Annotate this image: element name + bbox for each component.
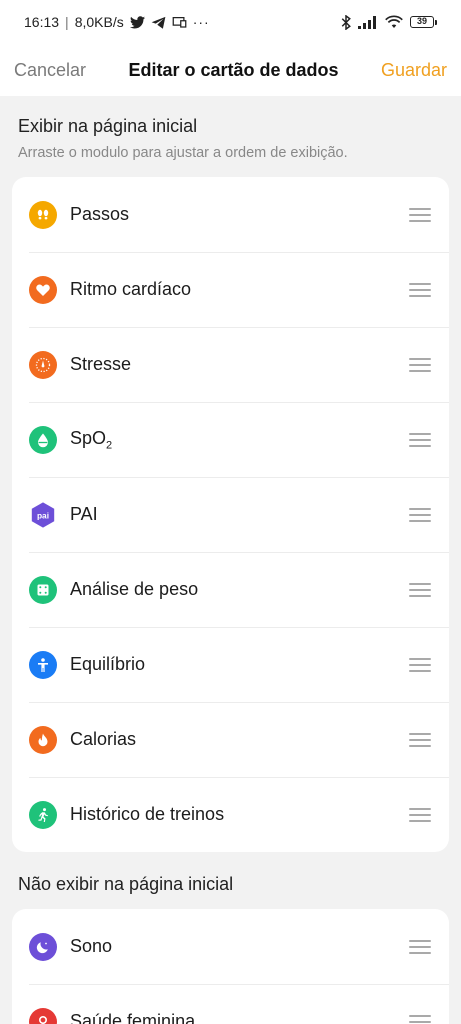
battery-icon: 39 bbox=[410, 16, 437, 28]
drag-handle-icon[interactable] bbox=[409, 939, 431, 954]
bluetooth-icon bbox=[341, 14, 351, 30]
gauge-icon bbox=[29, 350, 57, 379]
drag-handle-icon[interactable] bbox=[409, 582, 431, 597]
pai-icon: pai bbox=[29, 501, 57, 529]
drag-handle-icon[interactable] bbox=[409, 432, 431, 447]
list-item-stresse[interactable]: Stresse bbox=[12, 327, 449, 402]
list-item-pai[interactable]: pai PAI bbox=[12, 477, 449, 552]
drag-handle-icon[interactable] bbox=[409, 282, 431, 297]
drag-handle-icon[interactable] bbox=[409, 207, 431, 222]
drag-handle-icon[interactable] bbox=[409, 807, 431, 822]
list-item-equilibrio[interactable]: Equilíbrio bbox=[12, 627, 449, 702]
list-item-label: PAI bbox=[70, 504, 98, 524]
save-button[interactable]: Guardar bbox=[381, 60, 447, 81]
list-item-label: Calorias bbox=[70, 729, 137, 749]
signal-icon bbox=[358, 15, 378, 29]
person-icon bbox=[29, 650, 57, 679]
network-speed: 8,0KB/s bbox=[74, 14, 124, 30]
drag-handle-icon[interactable] bbox=[409, 1014, 431, 1024]
status-bar: 16:13 | 8,0KB/s ··· 39 bbox=[0, 0, 461, 44]
cancel-button[interactable]: Cancelar bbox=[14, 60, 86, 81]
status-time: 16:13 bbox=[24, 14, 60, 30]
drag-handle-icon[interactable] bbox=[409, 732, 431, 747]
hidden-cards-list: Sono Saúde feminina bbox=[12, 909, 449, 1024]
page-title: Editar o cartão de dados bbox=[128, 59, 339, 80]
list-item-label: Análise de peso bbox=[70, 579, 199, 599]
list-item-label: Passos bbox=[70, 204, 130, 224]
list-item-historico-de-treinos[interactable]: Histórico de treinos bbox=[12, 777, 449, 852]
list-item-sono[interactable]: Sono bbox=[12, 909, 449, 984]
list-item-label: SpO2 bbox=[70, 427, 113, 452]
flame-icon bbox=[29, 725, 57, 754]
top-bar: Cancelar Editar o cartão de dados Guarda… bbox=[0, 44, 461, 96]
content: Exibir na página inicial Arraste o modul… bbox=[0, 96, 461, 1024]
wifi-icon bbox=[385, 15, 403, 29]
list-item-label: Sono bbox=[70, 936, 113, 956]
list-item-ritmo-cardiaco[interactable]: Ritmo cardíaco bbox=[12, 252, 449, 327]
shown-section-subtitle: Arraste o modulo para ajustar a ordem de… bbox=[18, 145, 348, 161]
drag-handle-icon[interactable] bbox=[409, 657, 431, 672]
list-item-calorias[interactable]: Calorias bbox=[12, 702, 449, 777]
footsteps-icon bbox=[29, 200, 57, 229]
cast-icon bbox=[172, 16, 187, 28]
female-icon bbox=[29, 1007, 57, 1024]
moon-icon bbox=[29, 932, 57, 961]
hidden-section-title: Não exibir na página inicial bbox=[18, 874, 234, 894]
list-item-label: Stresse bbox=[70, 354, 132, 374]
svg-text:pai: pai bbox=[37, 510, 49, 520]
drag-handle-icon[interactable] bbox=[409, 507, 431, 522]
shown-section-title: Exibir na página inicial bbox=[18, 116, 198, 136]
list-item-spo2[interactable]: SpO2 bbox=[12, 402, 449, 477]
list-item-label: Saúde feminina bbox=[70, 1011, 196, 1024]
more-notifications-icon: ··· bbox=[192, 14, 210, 30]
list-item-analise-de-peso[interactable]: Análise de peso bbox=[12, 552, 449, 627]
list-item-label: Ritmo cardíaco bbox=[70, 279, 192, 299]
running-icon bbox=[29, 800, 57, 829]
telegram-icon bbox=[151, 16, 166, 29]
list-item-saude-feminina[interactable]: Saúde feminina bbox=[12, 984, 449, 1024]
heart-icon bbox=[29, 275, 57, 304]
shown-cards-list: Passos Ritmo cardíaco Stresse SpO2 pai P… bbox=[12, 177, 449, 852]
list-item-label: Histórico de treinos bbox=[70, 804, 225, 824]
twitter-icon bbox=[129, 15, 145, 29]
scale-icon bbox=[29, 575, 57, 604]
drag-handle-icon[interactable] bbox=[409, 357, 431, 372]
drop-icon bbox=[29, 425, 57, 454]
battery-level: 39 bbox=[410, 16, 434, 28]
list-item-label: Equilíbrio bbox=[70, 654, 146, 674]
list-item-passos[interactable]: Passos bbox=[12, 177, 449, 252]
